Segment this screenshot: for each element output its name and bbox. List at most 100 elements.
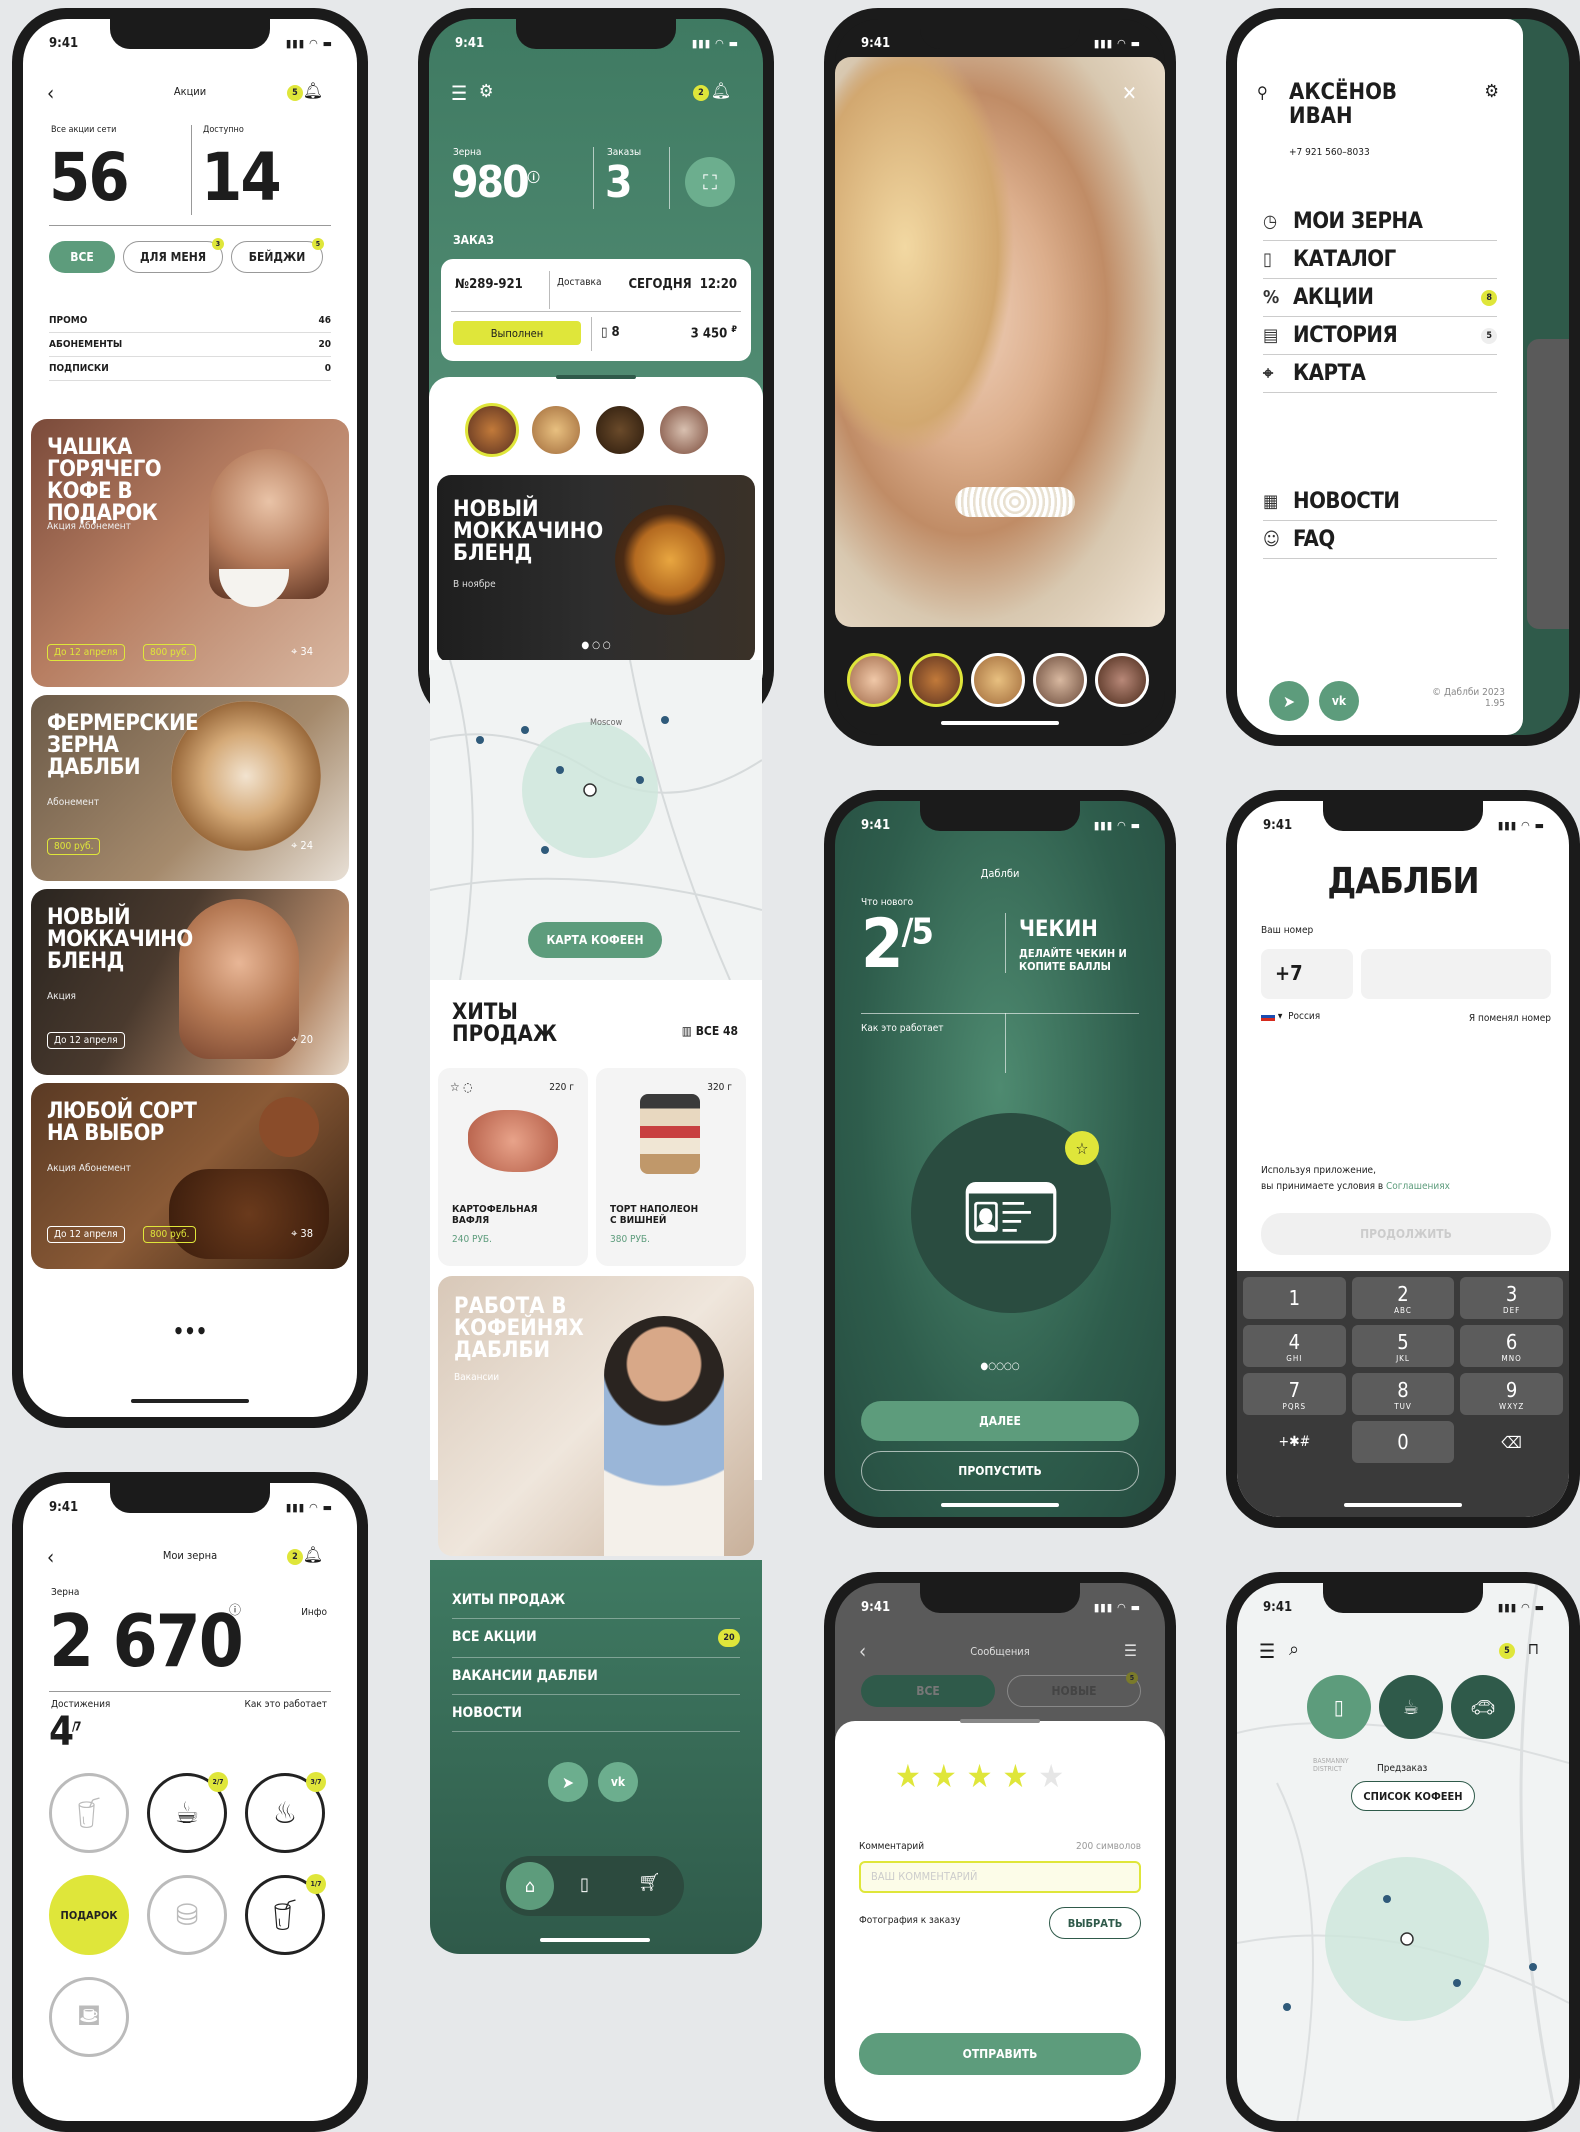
key-symbols[interactable]: +✱#	[1243, 1421, 1346, 1463]
filter-for-me[interactable]: ДЛЯ МЕНЯ 3	[123, 238, 224, 273]
achievement-cup-icon[interactable]: ☕︎ 2/7	[147, 1772, 228, 1853]
key-1[interactable]: 1	[1243, 1277, 1346, 1319]
story-thumb[interactable]	[657, 403, 711, 457]
home-tab-icon[interactable]: ⌂	[506, 1862, 554, 1910]
story-thumb[interactable]	[971, 653, 1025, 707]
bookmark-icon[interactable]: ⊓	[1528, 1639, 1539, 1658]
delivery-mode-button[interactable]: 🚗︎	[1451, 1675, 1515, 1739]
menu-item-grains[interactable]: ◷ МОИ ЗЕРНА	[1263, 203, 1497, 241]
achievement-cup-icon[interactable]: 🥤︎	[49, 1773, 129, 1853]
backspace-icon[interactable]: ⌫	[1460, 1421, 1563, 1463]
telegram-icon[interactable]: ➤	[1269, 681, 1309, 721]
tab-all[interactable]: ВСЕ	[861, 1675, 995, 1707]
menu-item-news[interactable]: ▦ НОВОСТИ	[1263, 483, 1497, 521]
continue-button[interactable]: ПРОДОЛЖИТЬ	[1261, 1213, 1551, 1255]
scan-qr-button[interactable]: ⛶	[685, 157, 735, 207]
star-icon[interactable]: ☆ ◌	[450, 1080, 473, 1094]
comment-input[interactable]: ВАШ КОММЕНТАРИЙ	[859, 1861, 1141, 1893]
menu-icon[interactable]: ☰	[451, 81, 467, 105]
key-9[interactable]: 9 WXYZ	[1460, 1373, 1563, 1415]
country-code-field[interactable]: +7	[1261, 949, 1353, 999]
story-thumb[interactable]	[1033, 653, 1087, 707]
key-5[interactable]: 5 JKL	[1351, 1325, 1455, 1367]
story-thumb[interactable]	[529, 403, 583, 457]
filter-all[interactable]: ВСЕ	[49, 241, 115, 273]
country-selector[interactable]: ▾ Россия	[1261, 1011, 1320, 1022]
tab-new[interactable]: НОВЫЕ 5	[1007, 1672, 1141, 1707]
send-button[interactable]: ОТПРАВИТЬ	[859, 2033, 1141, 2075]
achievement-bowl-icon[interactable]: ♨︎ 3/7	[245, 1772, 326, 1853]
story-thumb[interactable]	[1095, 653, 1149, 707]
key-2[interactable]: 2 ABC	[1351, 1277, 1455, 1319]
menu-item-catalog[interactable]: ▯ КАТАЛОГ	[1263, 241, 1497, 279]
gear-icon[interactable]: ⚙	[479, 81, 494, 102]
changed-number-link[interactable]: Я поменял номер	[1469, 1013, 1551, 1024]
key-3[interactable]: 3 DEF	[1460, 1277, 1563, 1319]
info-link[interactable]: Инфо	[301, 1607, 327, 1618]
menu-item-history[interactable]: ▤ ИСТОРИЯ 5	[1263, 317, 1497, 355]
menu-item-map[interactable]: ⌖ КАРТА	[1263, 355, 1497, 393]
coffee-map-button[interactable]: КАРТА КОФЕЕН	[528, 922, 662, 958]
bell-icon[interactable]: 🔔︎	[303, 81, 323, 100]
key-6[interactable]: 6 MNO	[1460, 1325, 1563, 1367]
product-card[interactable]: ☆ ◌ 220 г КАРТОФЕЛЬНАЯ ВАФЛЯ 240 РУБ.	[438, 1068, 588, 1266]
next-button[interactable]: ДАЛЕЕ	[861, 1401, 1139, 1441]
gear-icon[interactable]: ⚙	[1484, 81, 1499, 102]
dine-in-mode-button[interactable]: ☕︎	[1379, 1675, 1443, 1739]
menu-icon[interactable]: ☰	[1259, 1639, 1275, 1663]
story-thumb[interactable]	[909, 653, 963, 707]
promo-card[interactable]: ЧАШКА ГОРЯЧЕГО КОФЕ В ПОДАРОК Акция Абон…	[31, 419, 349, 687]
link-vacancies[interactable]: ВАКАНСИИ ДАБЛБИ	[452, 1658, 740, 1695]
list-icon[interactable]: ☰	[1124, 1641, 1137, 1660]
promo-card[interactable]: ФЕРМЕРСКИЕ ЗЕРНА ДАБЛБИ Абонемент 800 ру…	[31, 695, 349, 881]
link-all-promos[interactable]: ВСЕ АКЦИИ 20	[452, 1619, 740, 1658]
story-thumb[interactable]	[465, 403, 519, 457]
bell-icon[interactable]: 🔔︎	[711, 81, 731, 100]
promo-card[interactable]: ЛЮБОЙ СОРТ НА ВЫБОР Акция Абонемент До 1…	[31, 1083, 349, 1269]
key-8[interactable]: 8 TUV	[1351, 1373, 1455, 1415]
achievement-drink-icon[interactable]: 🥤︎ 1/7	[245, 1874, 326, 1955]
skip-button[interactable]: ПРОПУСТИТЬ	[861, 1451, 1139, 1491]
story-thumb[interactable]	[847, 653, 901, 707]
home-indicator	[1344, 1503, 1462, 1507]
search-icon[interactable]: ⌕	[1289, 1639, 1299, 1660]
promo-card[interactable]: НОВЫЙ МОККАЧИНО БЛЕНД Акция До 12 апреля…	[31, 889, 349, 1075]
choose-photo-button[interactable]: ВЫБРАТЬ	[1049, 1907, 1141, 1939]
close-icon[interactable]: ✕	[1122, 81, 1137, 105]
phone-home: 9:41 ▮▮▮ ◠ ▬ ☰ ⚙ 2 🔔︎ Зерна 980ⓘ Заказы 3…	[418, 8, 774, 724]
list-item[interactable]: ПРОМО 46	[49, 309, 331, 333]
menu-item-promos[interactable]: % АКЦИИ 8	[1263, 279, 1497, 317]
hits-all-link[interactable]: ▥ ВСЕ 48	[682, 1024, 738, 1038]
vk-icon[interactable]: vk	[1319, 681, 1359, 721]
vk-icon[interactable]: vk	[598, 1762, 638, 1802]
order-card[interactable]: №289-921 Доставка СЕГОДНЯ 12:20 Выполнен…	[441, 259, 751, 361]
how-it-works-link[interactable]: Как это работает	[244, 1699, 327, 1710]
link-news[interactable]: НОВОСТИ	[452, 1695, 740, 1732]
key-7[interactable]: 7 PQRS	[1243, 1373, 1346, 1415]
jobs-banner[interactable]: РАБОТА В КОФЕЙНЯХ ДАБЛБИ Вакансии	[438, 1276, 754, 1556]
list-item[interactable]: ПОДПИСКИ 0	[49, 357, 331, 381]
gift-button[interactable]: ПОДАРОК	[49, 1875, 129, 1955]
bell-icon[interactable]: 🔔︎	[303, 1545, 323, 1564]
filter-badges[interactable]: БЕЙДЖИ 5	[231, 238, 324, 273]
list-item[interactable]: АБОНЕМЕНТЫ 20	[49, 333, 331, 357]
telegram-icon[interactable]: ➤	[548, 1762, 588, 1802]
promo-banner[interactable]: НОВЫЙ МОККАЧИНО БЛЕНД В ноябре ● ○ ○	[437, 475, 755, 663]
cart-tab-icon[interactable]: 🛒︎	[638, 1872, 661, 1893]
preorder-label: Предзаказ	[1377, 1763, 1428, 1774]
rating-stars[interactable]: ★★★★★	[895, 1757, 1074, 1795]
more-button[interactable]: •••	[23, 1319, 357, 1343]
key-0[interactable]: 0	[1351, 1421, 1455, 1463]
achievement-cups-icon[interactable]: ⛁︎	[147, 1875, 227, 1955]
menu-item-faq[interactable]: ☺ FAQ	[1263, 521, 1497, 559]
link-hits[interactable]: ХИТЫ ПРОДАЖ	[452, 1582, 740, 1619]
catalog-tab-icon[interactable]: ▯	[580, 1874, 589, 1895]
terms-link[interactable]: Соглашениях	[1386, 1181, 1450, 1192]
pickup-mode-button[interactable]: ▯	[1307, 1675, 1371, 1739]
product-card[interactable]: 320 г ТОРТ НАПОЛЕОН С ВИШНЕЙ 380 РУБ.	[596, 1068, 746, 1266]
story-thumb[interactable]	[593, 403, 647, 457]
key-4[interactable]: 4 GHI	[1243, 1325, 1346, 1367]
phone-number-input[interactable]	[1361, 949, 1551, 999]
achievement-pack-icon[interactable]: ⛾︎	[49, 1977, 129, 2057]
coffee-list-button[interactable]: СПИСОК КОФЕЕН	[1351, 1781, 1475, 1811]
